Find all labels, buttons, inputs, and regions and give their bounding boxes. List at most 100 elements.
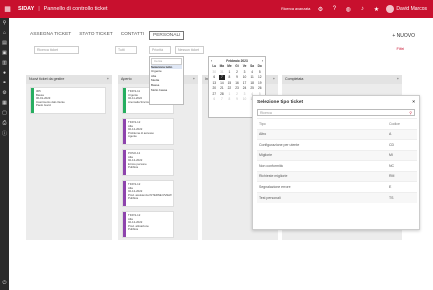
help-icon[interactable]: ?	[330, 5, 338, 13]
calendar-day[interactable]: 8	[226, 75, 233, 80]
modal-search-input[interactable]: Ricerca	[260, 111, 272, 115]
close-icon[interactable]: ×	[412, 100, 415, 105]
calendar-day[interactable]: 22	[226, 86, 233, 91]
ticket-type-row[interactable]: Non conformità NC	[257, 160, 417, 171]
calendar-day[interactable]: 4	[249, 70, 256, 75]
new-ticket-button[interactable]: + NUOVO	[392, 33, 415, 39]
calendar-day[interactable]: 3	[241, 70, 248, 75]
calendar-day[interactable]: 16	[234, 81, 241, 86]
ticket-card[interactable]: TICKS-12 Alta 02-12-2022 Prod. assistenza I…	[122, 180, 174, 207]
calendar-day[interactable]: 2	[234, 70, 241, 75]
app-name: SIDAY	[18, 6, 35, 12]
calendar-day[interactable]: 1	[226, 70, 233, 75]
card-agent: Pubbica	[128, 196, 139, 201]
folder-icon[interactable]: ▣	[0, 48, 9, 58]
calendar-day[interactable]: 6	[211, 97, 218, 102]
calendar-day[interactable]: 13	[211, 81, 218, 86]
info-icon[interactable]: ⓘ	[0, 128, 9, 138]
kanban-column: Nuovi ticket da gestire + 305 Bassa 06-01-20…	[26, 75, 112, 240]
calendar-day[interactable]: 17	[241, 81, 248, 86]
dropdown-search[interactable]: Cerca	[151, 58, 182, 65]
calendar-day[interactable]: 24	[241, 86, 248, 91]
calendar-day[interactable]: 9	[234, 97, 241, 102]
priority-color-bar	[123, 119, 126, 144]
calendar-day[interactable]: 19	[256, 81, 263, 86]
calendar-day[interactable]: 26	[256, 86, 263, 91]
ticket-card[interactable]: 305 Bassa 06-01-2023 Inserimento dati clien…	[30, 87, 106, 114]
type-code: CD	[387, 139, 417, 150]
ticket-type-row[interactable]: Segnalazione errore E	[257, 181, 417, 192]
priority-select[interactable]: Priorità	[149, 46, 171, 54]
calendar-day[interactable]: 7	[218, 75, 226, 80]
add-card-icon[interactable]: +	[273, 77, 275, 82]
power-icon[interactable]: ⏻	[0, 278, 9, 288]
calendar-day[interactable]: 30	[211, 70, 218, 75]
doc-icon[interactable]: ▢	[0, 108, 9, 118]
calendar-day[interactable]: 27	[211, 92, 218, 97]
calendar-day[interactable]: 7	[219, 97, 226, 102]
add-card-icon[interactable]: +	[107, 77, 109, 82]
ticket-card[interactable]: POSO-12 Alta 02-12-2022 Errore persone Pubbi…	[122, 149, 174, 176]
tab-stato-ticket[interactable]: STATO TICKET	[76, 31, 116, 40]
calendar-day[interactable]: 31	[219, 70, 226, 75]
bell-icon[interactable]: ♪	[358, 5, 366, 13]
ticket-type-modal: Selezione tipo ticket × Ricerca ⚲ Tipo Codi…	[252, 95, 420, 230]
add-card-icon[interactable]: +	[397, 77, 399, 82]
gear-icon[interactable]: ⚙	[0, 88, 9, 98]
filters-button[interactable]: Filtri	[396, 46, 404, 51]
calendar-day[interactable]: 10	[241, 97, 248, 102]
calendar-day[interactable]: 1	[226, 92, 233, 97]
calendar-day[interactable]: 6	[211, 75, 218, 80]
ticket-type-row[interactable]: Test personali TS	[257, 191, 417, 203]
chat-icon[interactable]: ◍	[344, 5, 352, 13]
type-code: NC	[387, 160, 417, 171]
assign-select[interactable]: Nessun ticket	[175, 46, 204, 54]
user-icon[interactable]: ●	[0, 68, 9, 78]
next-month-icon[interactable]: ›	[262, 59, 263, 63]
calendar-day[interactable]: 21	[219, 86, 226, 91]
search-input[interactable]: Ricerca ticket	[34, 46, 79, 54]
prev-month-icon[interactable]: ‹	[211, 59, 212, 63]
link-icon[interactable]: ⚭	[0, 78, 9, 88]
calendar-day[interactable]: 10	[241, 75, 248, 80]
calendar-day[interactable]: 18	[249, 81, 256, 86]
tab-assegna-ticket[interactable]: ASSEGNA TICKET	[27, 31, 74, 40]
chart-icon[interactable]: ▤	[0, 38, 9, 48]
calendar-day[interactable]: 23	[234, 86, 241, 91]
ticket-type-row[interactable]: Richieste migliorie RM	[257, 170, 417, 182]
calendar-day[interactable]: 11	[249, 75, 256, 80]
calendar-day[interactable]: 2	[234, 92, 241, 97]
star-icon[interactable]: ★	[372, 5, 380, 13]
ticket-card[interactable]: TICKS-12 Alta 02-12-2022 Prod. attivazione P…	[122, 211, 174, 238]
ticket-card[interactable]: TICKS-12 Alta 02-12-2022 Problema di access…	[122, 118, 174, 145]
print-icon[interactable]: ⎙	[0, 118, 9, 128]
tab-contatti[interactable]: CONTATTI	[118, 31, 147, 40]
avatar[interactable]	[386, 5, 395, 13]
ticket-type-row[interactable]: Altro A	[257, 128, 417, 140]
ticket-icon[interactable]: ▥	[0, 58, 9, 68]
calendar-day[interactable]: 14	[219, 81, 226, 86]
calendar-day[interactable]: 15	[226, 81, 233, 86]
search-icon[interactable]: ⚲	[409, 111, 412, 115]
calendar-day[interactable]: 20	[211, 86, 218, 91]
type-select[interactable]: Tutti	[115, 46, 137, 54]
calendar-day[interactable]: 25	[249, 86, 256, 91]
ticket-type-row[interactable]: Configurazione per utente CD	[257, 139, 417, 150]
calendar-day[interactable]: 9	[234, 75, 241, 80]
calendar-day[interactable]: 5	[256, 70, 263, 75]
calendar-day[interactable]: 3	[241, 92, 248, 97]
ticket-type-row[interactable]: Migliorie MI	[257, 149, 417, 161]
calendar-day[interactable]: 8	[226, 97, 233, 102]
siday-logo-icon[interactable]: ▦	[0, 0, 15, 18]
calendar-day[interactable]: 12	[256, 75, 263, 80]
dropdown-item-molto-bassa[interactable]: Molto bassa	[151, 88, 182, 93]
user-name[interactable]: David Marcos	[396, 6, 427, 12]
tab-personali[interactable]: PERSONALI	[149, 31, 185, 40]
home-icon[interactable]: ⌂	[0, 28, 9, 38]
column-header: Nuovi ticket da gestire +	[26, 75, 112, 84]
search-icon[interactable]: ⚲	[0, 18, 9, 28]
calendar-icon[interactable]: ▦	[0, 98, 9, 108]
calendar-day[interactable]: 28	[219, 92, 226, 97]
add-card-icon[interactable]: +	[193, 77, 195, 82]
settings-icon[interactable]: ⚙	[316, 5, 324, 13]
